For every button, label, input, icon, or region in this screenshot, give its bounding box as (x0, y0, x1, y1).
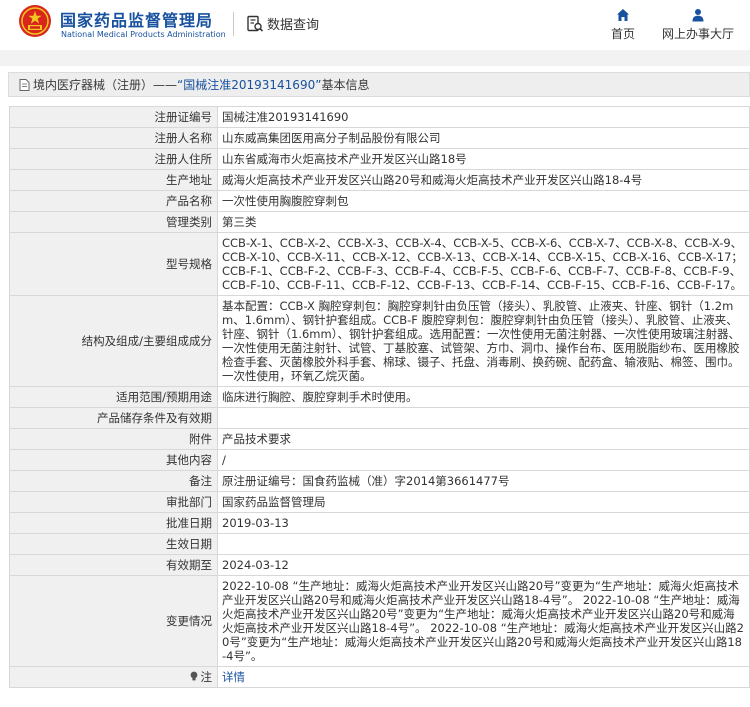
field-label: 其他内容 (9, 449, 218, 471)
field-label: 生效日期 (9, 533, 218, 555)
details-link[interactable]: 详情 (217, 666, 750, 688)
title-category: 境内医疗器械（注册）—— (33, 78, 178, 92)
table-row: 产品储存条件及有效期 (9, 407, 750, 429)
field-value: 2024-03-12 (217, 554, 750, 576)
field-value (217, 533, 750, 555)
field-value: 国家药品监督管理局 (217, 491, 750, 513)
field-label: 型号规格 (9, 232, 218, 296)
table-row: 审批部门 国家药品监督管理局 (9, 491, 750, 513)
nav-home[interactable]: 首页 (603, 8, 643, 42)
home-icon (617, 9, 629, 21)
field-label: 注册人名称 (9, 127, 218, 149)
search-document-icon (247, 15, 264, 32)
table-row: 注册人住所 山东省威海市火炬高技术产业开发区兴山路18号 (9, 148, 750, 170)
field-label: 注册证编号 (9, 106, 218, 128)
national-emblem-icon (19, 5, 51, 37)
record-title-bar: 境内医疗器械（注册）—— “国械注准20193141690” 基本信息 (8, 72, 750, 97)
data-query-label: 数据查询 (267, 18, 320, 33)
field-label: 注册人住所 (9, 148, 218, 170)
table-row: 结构及组成/主要组成成分 基本配置：CCB-X 胸腔穿刺包：胸腔穿刺针由负压管（… (9, 295, 750, 387)
brand-name-cn: 国家药品监督管理局 (60, 11, 214, 30)
field-value: 一次性使用胸腹腔穿刺包 (217, 190, 750, 212)
table-row: 注 详情 (9, 666, 750, 688)
field-label: 产品名称 (9, 190, 218, 212)
user-icon (692, 9, 704, 22)
document-icon (19, 78, 30, 91)
field-value: 威海火炬高技术产业开发区兴山路20号和威海火炬高技术产业开发区兴山路18-4号 (217, 169, 750, 191)
nav-online-office-label: 网上办事大厅 (661, 27, 734, 41)
field-label: 审批部门 (9, 491, 218, 513)
field-value: 2022-10-08 “生产地址：威海火炬高技术产业开发区兴山路20号”变更为“… (217, 575, 750, 667)
table-row: 适用范围/预期用途 临床进行胸腔、腹腔穿刺手术时使用。 (9, 386, 750, 408)
note-label-cell: 注 (9, 666, 218, 688)
field-label: 附件 (9, 428, 218, 450)
nav-online-office[interactable]: 网上办事大厅 (656, 8, 740, 42)
table-row: 附件 产品技术要求 (9, 428, 750, 450)
lightbulb-icon (190, 671, 197, 681)
data-query-link[interactable]: 数据查询 (246, 14, 319, 33)
field-value: 山东威高集团医用高分子制品股份有限公司 (217, 127, 750, 149)
field-label: 结构及组成/主要组成成分 (9, 295, 218, 387)
table-row: 备注 原注册证编号：国食药监械（准）字2014第3661477号 (9, 470, 750, 492)
field-label: 变更情况 (9, 575, 218, 667)
table-row: 注册证编号 国械注准20193141690 (9, 106, 750, 128)
device-info-table: 注册证编号 国械注准20193141690 注册人名称 山东威高集团医用高分子制… (9, 106, 750, 688)
field-value: 国械注准20193141690 (217, 106, 750, 128)
field-value: / (217, 449, 750, 471)
table-row: 产品名称 一次性使用胸腹腔穿刺包 (9, 190, 750, 212)
field-label: 备注 (9, 470, 218, 492)
table-row: 生产地址 威海火炬高技术产业开发区兴山路20号和威海火炬高技术产业开发区兴山路1… (9, 169, 750, 191)
field-value: 第三类 (217, 211, 750, 233)
field-value: 山东省威海市火炬高技术产业开发区兴山路18号 (217, 148, 750, 170)
header-separator-band (0, 50, 750, 66)
table-row: 批准日期 2019-03-13 (9, 512, 750, 534)
table-row: 注册人名称 山东威高集团医用高分子制品股份有限公司 (9, 127, 750, 149)
title-cert-number: “国械注准20193141690” (177, 78, 322, 92)
field-value (217, 407, 750, 429)
field-value: CCB-X-1、CCB-X-2、CCB-X-3、CCB-X-4、CCB-X-5、… (217, 232, 750, 296)
field-value: 临床进行胸腔、腹腔穿刺手术时使用。 (217, 386, 750, 408)
field-value: 产品技术要求 (217, 428, 750, 450)
field-label: 管理类别 (9, 211, 218, 233)
table-row: 其他内容 / (9, 449, 750, 471)
title-suffix: 基本信息 (321, 78, 370, 92)
brand-name-en: National Medical Products Administration (61, 30, 226, 39)
table-row: 管理类别 第三类 (9, 211, 750, 233)
field-label: 产品储存条件及有效期 (9, 407, 218, 429)
field-value: 基本配置：CCB-X 胸腔穿刺包：胸腔穿刺针由负压管（接头）、乳胶管、止液夹、针… (217, 295, 750, 387)
table-row: 生效日期 (9, 533, 750, 555)
site-header: 国家药品监督管理局 National Medical Products Admi… (0, 0, 750, 50)
field-label: 批准日期 (9, 512, 218, 534)
nav-home-label: 首页 (610, 27, 635, 41)
field-label: 生产地址 (9, 169, 218, 191)
field-value: 2019-03-13 (217, 512, 750, 534)
table-row: 变更情况 2022-10-08 “生产地址：威海火炬高技术产业开发区兴山路20号… (9, 575, 750, 667)
field-label: 适用范围/预期用途 (9, 386, 218, 408)
table-row: 有效期至 2024-03-12 (9, 554, 750, 576)
field-label: 有效期至 (9, 554, 218, 576)
field-label: 注 (200, 670, 213, 684)
table-row: 型号规格 CCB-X-1、CCB-X-2、CCB-X-3、CCB-X-4、CCB… (9, 232, 750, 296)
header-divider (233, 12, 234, 36)
field-value: 原注册证编号：国食药监械（准）字2014第3661477号 (217, 470, 750, 492)
